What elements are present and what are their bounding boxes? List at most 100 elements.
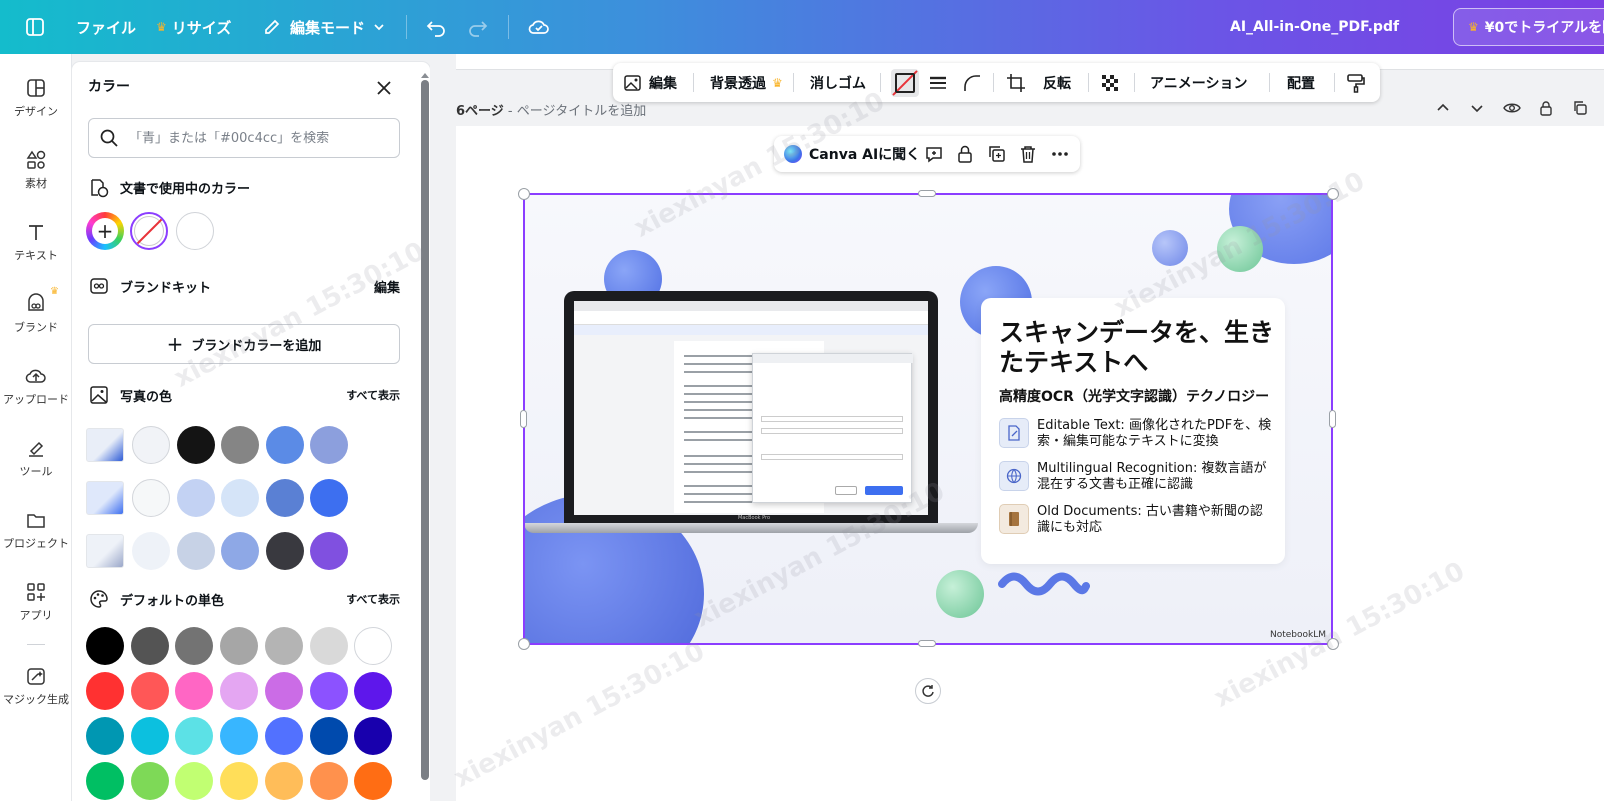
photo-thumbnail[interactable] [86, 428, 124, 462]
resize-handle-right[interactable] [1329, 410, 1336, 428]
toolbar-flip-button[interactable]: 反転 [1043, 63, 1071, 102]
sidebar-toggle-icon[interactable] [24, 0, 46, 54]
more-options-icon[interactable] [1050, 136, 1070, 172]
toolbar-edit-button[interactable]: 編集 [623, 63, 677, 102]
color-swatch[interactable] [86, 762, 124, 800]
add-color-button[interactable]: + [86, 212, 124, 250]
default-colors-see-all[interactable]: すべて表示 [346, 591, 400, 607]
rail-item-projects[interactable]: プロジェクト [0, 496, 72, 564]
color-swatch[interactable] [310, 426, 348, 464]
color-search-input[interactable] [129, 130, 389, 146]
duplicate-page-icon[interactable] [1568, 96, 1592, 120]
resize-handle-top[interactable] [918, 190, 936, 197]
color-swatch[interactable] [130, 627, 169, 665]
resize-handle-bottom[interactable] [918, 640, 936, 647]
color-swatch[interactable] [86, 627, 124, 665]
color-swatch[interactable] [86, 717, 124, 755]
color-swatch[interactable] [221, 532, 259, 570]
resize-button[interactable]: ♛ リサイズ [156, 0, 231, 54]
transparency-icon[interactable] [1100, 63, 1120, 102]
rail-item-tools[interactable]: ツール [0, 424, 72, 492]
close-icon[interactable] [374, 78, 394, 98]
swatch-transparent[interactable] [130, 212, 168, 250]
chevron-down-icon[interactable] [1465, 96, 1489, 120]
rail-item-design[interactable]: デザイン [0, 64, 72, 132]
color-swatch[interactable] [86, 672, 124, 710]
swatch-white[interactable] [176, 212, 214, 250]
lock-icon[interactable] [1534, 96, 1558, 120]
color-swatch[interactable] [310, 532, 348, 570]
color-swatch[interactable] [309, 627, 348, 665]
color-swatch[interactable] [265, 426, 304, 464]
photo-colors-see-all[interactable]: すべて表示 [346, 387, 400, 403]
color-swatch[interactable] [176, 426, 215, 464]
ask-canva-ai-button[interactable]: Canva AIに聞く [784, 136, 920, 172]
color-swatch[interactable] [220, 717, 259, 755]
corner-rounding-icon[interactable] [962, 63, 982, 102]
comment-add-icon[interactable] [924, 136, 944, 172]
color-swatch[interactable] [354, 672, 393, 710]
color-swatch[interactable] [175, 717, 214, 755]
color-swatch[interactable] [175, 627, 214, 665]
color-swatch[interactable] [130, 672, 169, 710]
page-title-label[interactable]: 6ページ - ページタイトルを追加 [456, 100, 646, 119]
color-swatch[interactable] [130, 762, 169, 800]
border-color-button[interactable] [890, 63, 920, 102]
edit-mode-dropdown[interactable]: 編集モード [262, 0, 385, 54]
color-swatch[interactable] [130, 717, 169, 755]
resize-handle-tr[interactable] [1327, 188, 1339, 200]
duplicate-icon[interactable] [987, 136, 1007, 172]
trial-button[interactable]: ♛ ¥0でトライアルを開 [1453, 8, 1604, 46]
trash-icon[interactable] [1019, 136, 1037, 172]
color-swatch[interactable] [354, 627, 393, 665]
color-swatch[interactable] [176, 479, 215, 517]
color-swatch[interactable] [132, 426, 170, 464]
color-swatch[interactable] [220, 672, 259, 710]
color-swatch[interactable] [264, 717, 303, 755]
toolbar-position-button[interactable]: 配置 [1287, 63, 1315, 102]
color-swatch[interactable] [309, 762, 348, 800]
color-swatch[interactable] [132, 532, 170, 570]
color-swatch[interactable] [354, 717, 393, 755]
resize-handle-br[interactable] [1327, 638, 1339, 650]
toolbar-eraser-button[interactable]: 消しゴム [810, 63, 866, 102]
redo-icon[interactable] [467, 0, 489, 54]
color-swatch[interactable] [354, 762, 393, 800]
color-swatch[interactable] [265, 479, 304, 517]
resize-handle-bl[interactable] [518, 638, 530, 650]
resize-handle-tl[interactable] [518, 188, 530, 200]
color-swatch[interactable] [221, 479, 259, 517]
color-swatch[interactable] [264, 672, 303, 710]
color-swatch[interactable] [221, 426, 259, 464]
color-swatch[interactable] [265, 532, 304, 570]
color-swatch[interactable] [175, 672, 214, 710]
color-swatch[interactable] [264, 627, 303, 665]
document-title[interactable]: AI_All-in-One_PDF.pdf [1230, 0, 1430, 54]
rotate-handle[interactable] [915, 678, 941, 704]
color-swatch[interactable] [310, 479, 348, 517]
hide-page-icon[interactable] [1500, 96, 1524, 120]
color-swatch[interactable] [132, 479, 170, 517]
chevron-up-icon[interactable] [1431, 96, 1455, 120]
add-brand-color-button[interactable]: + ブランドカラーを追加 [88, 324, 400, 364]
toolbar-bg-remove-button[interactable]: 背景透過 ♛ [710, 63, 783, 102]
rail-item-apps[interactable]: アプリ [0, 568, 72, 636]
color-swatch[interactable] [176, 532, 215, 570]
rail-item-text[interactable]: テキスト [0, 208, 72, 276]
toolbar-animation-button[interactable]: アニメーション [1150, 63, 1247, 102]
resize-handle-left[interactable] [520, 410, 527, 428]
rail-item-brand[interactable]: ♛ ブランド [0, 280, 72, 348]
color-swatch[interactable] [309, 672, 348, 710]
cloud-saved-icon[interactable] [527, 0, 551, 54]
photo-thumbnail[interactable] [86, 534, 124, 568]
rail-item-elements[interactable]: 素材 [0, 136, 72, 204]
brand-kit-edit-link[interactable]: 編集 [374, 277, 400, 296]
color-swatch[interactable] [220, 762, 259, 800]
rail-item-magic[interactable]: マジック生成 [0, 652, 72, 720]
file-menu[interactable]: ファイル [76, 0, 136, 54]
crop-icon[interactable] [1005, 63, 1027, 102]
color-swatch[interactable] [264, 762, 303, 800]
paint-roller-icon[interactable] [1345, 63, 1367, 102]
color-swatch[interactable] [220, 627, 259, 665]
scroll-thumb[interactable] [421, 80, 429, 780]
